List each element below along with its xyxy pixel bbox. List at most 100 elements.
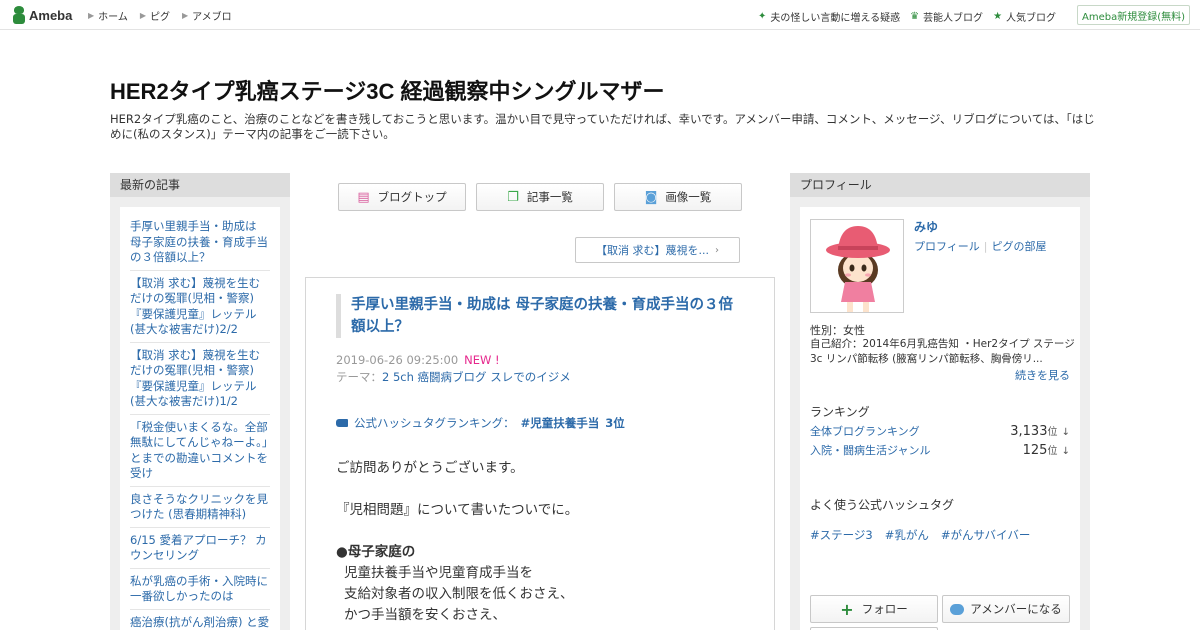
recent-article-item[interactable]: 「税金使いまくるな。全部無駄にしてんじゃねーよ。」とまでの勘違いコメントを受け <box>130 418 270 487</box>
global-nav: ▶ ホーム ▶ ピグ ▶ アメブロ <box>88 8 232 23</box>
ranking-unit: 位 <box>1047 427 1058 438</box>
sparkle-icon: ✦ <box>758 11 767 22</box>
recent-article-item[interactable]: 癌治療(抗がん剤治療) と愛着アプローチ の共通点 <box>130 613 270 630</box>
profile-heading: プロフィール <box>790 173 1090 197</box>
recent-articles-list: 手厚い里親手当・助成は 母子家庭の扶養・育成手当の３倍額以上？ 【取消 求む】蔑… <box>120 207 280 630</box>
documents-icon: ❐ <box>507 189 519 205</box>
hashtag-link[interactable]: #ステージ3 <box>810 527 873 543</box>
profile-content: みゆ プロフィール | ピグの部屋 性別：女性 自己紹介：2014年6月乳癌告知 ・… <box>800 207 1080 630</box>
crown-icon: ♛ <box>910 11 920 22</box>
ameba-logo-icon <box>12 6 26 24</box>
read-more-link[interactable]: 続きを見る <box>1015 367 1070 383</box>
article-timestamp: 2019-06-26 09:25:00 <box>336 353 459 367</box>
body-line: 『児相問題』について書いたついでに。 <box>336 502 579 518</box>
nav-home-label: ホーム <box>98 12 128 23</box>
theme-prefix: テーマ： <box>336 370 382 384</box>
plus-icon: + <box>840 599 854 619</box>
recent-articles-heading: 最新の記事 <box>110 173 290 197</box>
ranking-number: 125 <box>1022 443 1048 458</box>
chevron-right-icon: ▶ <box>182 11 189 20</box>
body-line: ●母子家庭の <box>336 544 416 560</box>
ranking-value: 3,133位 ↓ <box>1010 423 1070 439</box>
recent-article-item[interactable]: 私が乳癌の手術・入院時に一番欲しかったのは <box>130 572 270 610</box>
article-date: 2019-06-26 09:25:00 NEW ! <box>336 353 500 367</box>
amember-label: アメンバーになる <box>970 602 1062 616</box>
profile-links: プロフィール | ピグの部屋 <box>914 240 1047 253</box>
article: 手厚い里親手当・助成は 母子家庭の扶養・育成手当の３倍額以上？ 2019-06-… <box>305 277 775 630</box>
image-list-button[interactable]: ◙ 画像一覧 <box>614 183 742 211</box>
profile-link[interactable]: プロフィール <box>914 240 980 253</box>
amember-icon <box>950 603 965 615</box>
ranking-prefix: 公式ハッシュタグランキング： <box>354 416 515 430</box>
blog-nav-buttons: ▤ ブログトップ ❐ 記事一覧 ◙ 画像一覧 <box>338 183 775 211</box>
hashtag-heading: よく使う公式ハッシュタグ <box>810 498 955 512</box>
recent-articles-panel: 最新の記事 手厚い里親手当・助成は 母子家庭の扶養・育成手当の３倍額以上？ 【取… <box>110 173 290 630</box>
article-list-label: 記事一覧 <box>526 190 573 204</box>
hashtag-ranking[interactable]: 公式ハッシュタグランキング： #児童扶養手当 3位 <box>336 415 625 431</box>
new-badge: NEW ! <box>464 353 500 367</box>
global-header: Ameba ▶ ホーム ▶ ピグ ▶ アメブロ ✦ 夫の怪しい言動に増える疑惑 ♛ 芸能人… <box>0 0 1200 30</box>
article-body: ご訪問ありがとうございます。 『児相問題』について書いたついでに。 ●母子家庭の… <box>336 458 756 626</box>
down-arrow-icon: ↓ <box>1061 446 1070 457</box>
follow-label: フォロー <box>861 602 908 616</box>
recent-article-item[interactable]: 手厚い里親手当・助成は 母子家庭の扶養・育成手当の３倍額以上？ <box>130 217 270 271</box>
ranking-value: 125位 ↓ <box>1023 442 1070 458</box>
popular-blog-link[interactable]: ★ 人気ブログ <box>993 9 1056 24</box>
article-title[interactable]: 手厚い里親手当・助成は 母子家庭の扶養・育成手当の３倍額以上？ <box>336 294 736 338</box>
ranking-row: 全体ブログランキング 3,133位 ↓ <box>810 423 1070 439</box>
celebrity-blog-label: 芸能人ブログ <box>923 13 984 24</box>
chevron-right-icon: › <box>715 244 719 256</box>
genre-ranking-link[interactable]: 入院・闘病生活ジャンル <box>810 442 930 458</box>
article-list-button[interactable]: ❐ 記事一覧 <box>476 183 604 211</box>
header-links: ✦ 夫の怪しい言動に増える疑惑 ♛ 芸能人ブログ ★ 人気ブログ <box>758 9 1056 24</box>
overall-ranking-link[interactable]: 全体ブログランキング <box>810 423 920 439</box>
ranking-number: 3,133 <box>1010 424 1048 439</box>
nav-ameblo[interactable]: ▶ アメブロ <box>182 8 232 23</box>
hashtag-link[interactable]: #乳がん <box>885 527 929 543</box>
ameba-logo[interactable]: Ameba <box>12 6 72 24</box>
theme-link[interactable]: 2 5ch 癌闘病ブログ スレでのイジメ <box>382 370 571 384</box>
amember-button[interactable]: アメンバーになる <box>942 595 1070 623</box>
recent-article-item[interactable]: 【取消 求む】蔑視を生むだけの冤罪(児相・警察)『要保護児童』レッテル(甚大な被… <box>130 274 270 343</box>
nav-home[interactable]: ▶ ホーム <box>88 8 128 23</box>
previous-article-button[interactable]: 【取消 求む】蔑視を... › <box>575 237 740 263</box>
body-line: かつ手当額を安くおさえ、 <box>344 607 506 623</box>
recent-article-item[interactable]: 6/15 愛着アプローチ？ カウンセリング <box>130 531 270 569</box>
chevron-right-icon: ▶ <box>88 11 95 20</box>
ranking-tag: #児童扶養手当 <box>520 416 600 430</box>
blog-description: HER2タイプ乳癌のこと、治療のことなどを書き残しておこうと思います。温かい目で… <box>110 112 1095 141</box>
nav-ameblo-label: アメブロ <box>192 12 232 23</box>
hashtag-link[interactable]: #がんサバイバー <box>941 527 1030 543</box>
image-list-label: 画像一覧 <box>665 190 712 204</box>
popular-blog-label: 人気ブログ <box>1006 13 1057 24</box>
article-theme: テーマ：2 5ch 癌闘病ブログ スレでのイジメ <box>336 369 571 385</box>
recent-article-item[interactable]: 【取消 求む】蔑視を生むだけの冤罪(児相・警察)『要保護児童』レッテル(甚大な被… <box>130 346 270 415</box>
down-arrow-icon: ↓ <box>1061 427 1070 438</box>
list-icon: ▤ <box>357 189 370 205</box>
blog-title[interactable]: HER2タイプ乳癌ステージ3C 経過観察中シングルマザー <box>110 74 664 106</box>
logo-text: Ameba <box>29 7 73 23</box>
celebrity-blog-link[interactable]: ♛ 芸能人ブログ <box>910 9 983 24</box>
nav-pigg-label: ピグ <box>150 12 171 23</box>
star-icon: ★ <box>993 11 1003 22</box>
avatar[interactable] <box>810 219 904 313</box>
trend-link-label: 夫の怪しい言動に増える疑惑 <box>770 13 901 24</box>
blog-top-button[interactable]: ▤ ブログトップ <box>338 183 466 211</box>
recent-article-item[interactable]: 良さそうなクリニックを見つけた (思春期精神科) <box>130 490 270 528</box>
chevron-right-icon: ▶ <box>139 11 147 20</box>
pigg-room-link[interactable]: ピグの部屋 <box>992 240 1047 253</box>
body-line: 児童扶養手当や児童育成手当を <box>344 565 533 581</box>
nav-pigg[interactable]: ▶ ピグ <box>140 8 170 23</box>
profile-intro: 自己紹介：2014年6月乳癌告知 ・Her2タイプ ステージ3c リンパ節転移 … <box>810 338 1075 365</box>
ranking-row: 入院・闘病生活ジャンル 125位 ↓ <box>810 442 1070 458</box>
trend-link[interactable]: ✦ 夫の怪しい言動に増える疑惑 <box>758 9 900 24</box>
profile-panel: プロフィール みゆ プロフィール | ピグの部屋 性別：女性 自己紹介：2014… <box>790 173 1090 630</box>
previous-article-label: 【取消 求む】蔑視を... <box>596 244 709 257</box>
follow-button[interactable]: + フォロー <box>810 595 938 623</box>
ranking-heading: ランキング <box>810 405 870 419</box>
body-line: 支給対象者の収入制限を低くおさえ、 <box>344 586 574 602</box>
ranking-unit: 位 <box>1047 446 1058 457</box>
profile-name[interactable]: みゆ <box>914 218 938 235</box>
register-button[interactable]: Ameba新規登録(無料) <box>1077 5 1190 25</box>
body-line: ご訪問ありがとうございます。 <box>336 460 524 476</box>
